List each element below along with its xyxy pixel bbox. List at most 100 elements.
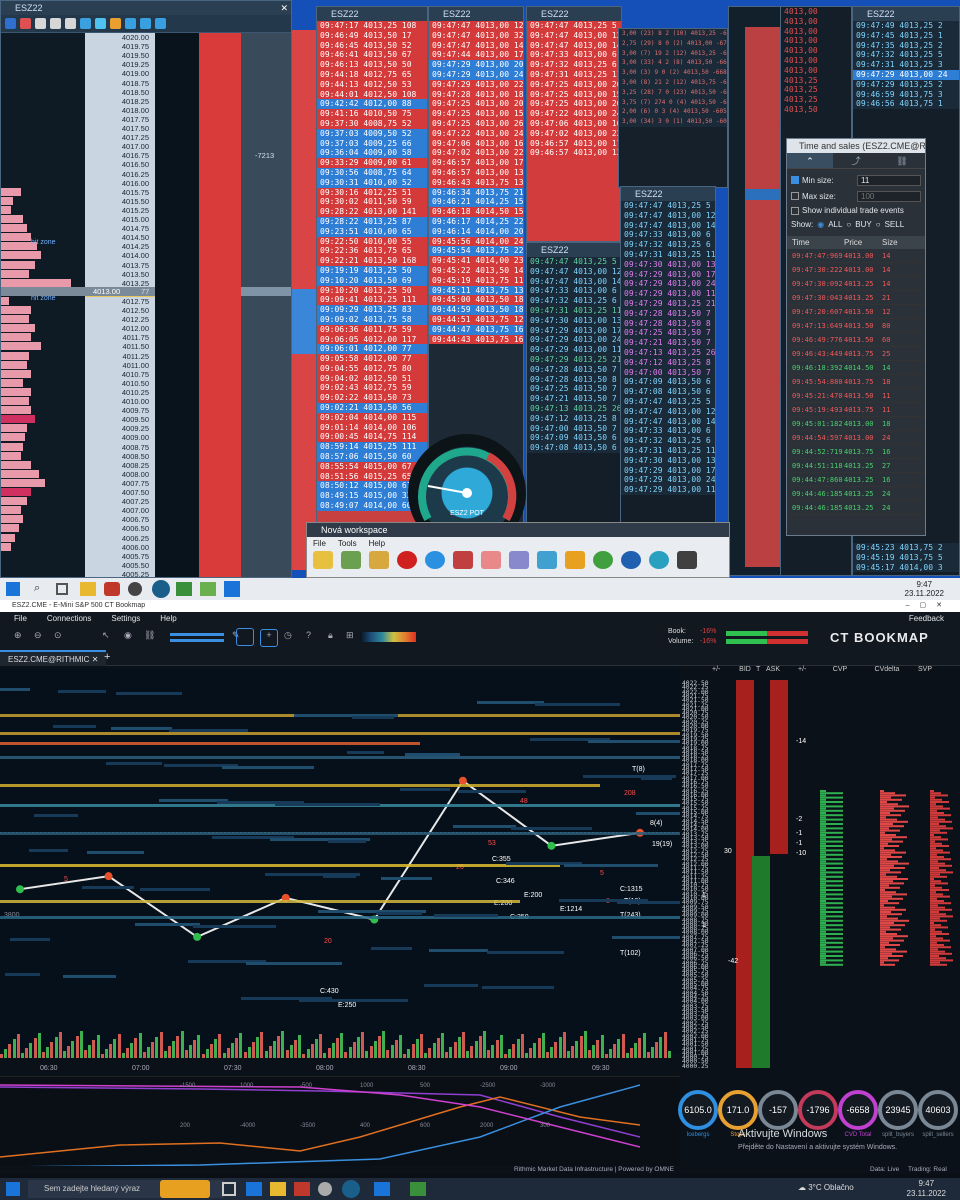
ts-row[interactable]: 09:47:13 4013,25 26 [527,403,621,414]
ts-row[interactable]: 09:09:41 4013,25 111 [317,295,427,306]
ts-row[interactable]: 09:45:41 4014,00 23 [429,256,523,266]
mini-ts-row[interactable]: 09:46:18:392 4014.50 14 [787,361,925,375]
sierra-icon[interactable] [152,580,170,598]
menu-help[interactable]: Help [369,539,385,548]
ts-row[interactable]: 09:46:18 4014,50 15 [429,207,523,217]
ts-row[interactable]: 09:46:45 4013,50 52 [317,40,427,51]
wrench-icon[interactable] [140,18,151,29]
ts-row[interactable]: 09:46:21 4014,25 15 [429,197,523,208]
ts-row[interactable]: 09:47:12 4013,25 8 [621,357,715,368]
ts-row[interactable]: 09:46:57 4013,00 17 [527,138,621,149]
taskview-icon[interactable] [222,1182,236,1196]
ts-row[interactable]: 09:06:05 4012,00 117 [317,334,427,345]
chart-icon[interactable] [95,18,106,29]
ts-row[interactable]: 09:01:14 4014,00 106 [317,422,427,433]
ts-row[interactable]: 09:47:47 4013,00 12 [527,30,621,41]
sierra-icon[interactable] [342,1180,360,1198]
individual-checkbox[interactable] [791,206,799,215]
ts-row[interactable]: 09:47:47 4013,00 14 [527,276,621,287]
arrows-icon[interactable] [537,551,557,569]
mini-ts-row[interactable]: 09:44:46:185 4013.25 24 [787,501,925,515]
mini-ts-row[interactable]: 09:45:54:880 4013.75 18 [787,375,925,389]
ts-row[interactable]: 09:47:29 4013,00 11 [621,485,715,495]
ts-row[interactable]: 09:44:59 4013,50 18 [429,305,523,315]
ts-row[interactable]: 09:47:29 4013,25 21 [527,354,621,365]
ts-row[interactable]: 09:04:55 4012,75 80 [317,363,427,374]
mail-icon[interactable] [410,1182,426,1196]
ts-row[interactable]: 09:46:14 4014,00 20 [429,226,523,237]
ts-row[interactable]: 09:30:56 4008,75 64 [317,167,427,178]
contrast-slider[interactable] [170,633,224,636]
ts-row[interactable]: 09:47:08 4013,50 6 [621,387,715,397]
calendar-icon[interactable] [200,582,216,596]
hammer-icon[interactable] [453,551,473,569]
ts-row[interactable]: 09:47:29 4013,00 20 [429,60,523,70]
menu-file[interactable]: File [14,612,27,626]
ts-row[interactable]: 09:47:09 4013,50 6 [621,377,715,388]
ts-row[interactable]: 09:09:29 4013,25 83 [317,305,427,315]
zoom-fit-icon[interactable]: ⊙ [54,630,62,641]
brightness-slider[interactable] [170,639,224,642]
ts-row[interactable]: 09:47:47 4013,25 5 [621,201,715,211]
ts-row[interactable]: 09:02:21 4013,50 56 [317,403,427,413]
ts-row[interactable]: 09:22:36 4013,75 65 [317,246,427,257]
line-chart-icon[interactable] [509,551,529,569]
start-icon[interactable] [6,1182,20,1196]
ts-row[interactable]: 09:02:22 4013,50 73 [317,393,427,404]
ts-window-c[interactable]: ESZ22 09:47:47 4013,25 5 09:47:47 4013,00… [526,6,622,242]
ts-row[interactable]: 09:47:30 4013,00 13 [621,259,715,270]
ts-row[interactable]: 09:47:29 4013,00 24 [621,475,715,486]
right-ts-row[interactable]: 09:47:31 4013,25 3 [853,60,959,70]
ts-row[interactable]: 09:45:56 4014,00 24 [429,236,523,247]
ts-row[interactable]: 09:46:34 4013,75 21 [429,187,523,198]
ts-row[interactable]: 09:47:08 4013,50 6 [527,443,621,453]
ts-row[interactable]: 09:47:21 4013,50 7 [621,338,715,348]
folder-icon[interactable] [80,582,96,596]
ts-row[interactable]: 09:46:49 4013,50 17 [317,30,427,41]
ts-row[interactable]: 09:47:29 4013,00 24 [527,335,621,346]
ts-row[interactable]: 09:47:32 4013,25 6 [621,240,715,250]
ts-row[interactable]: 09:44:18 4012,75 65 [317,69,427,80]
ts-row[interactable]: 09:33:29 4009,00 61 [317,158,427,168]
animal-icon[interactable] [481,551,501,569]
radio-all[interactable]: ◉ [817,220,824,229]
radio-buy[interactable]: ○ [846,220,851,229]
ts-row[interactable]: 09:47:02 4013,00 22 [527,128,621,139]
ts-row[interactable]: 09:47:47 4013,00 14 [621,416,715,427]
bookmap-window[interactable]: ESZ2.CME - E-Mini S&P 500 CT Bookmap –▢✕… [0,600,960,1174]
right-ts-row[interactable]: 09:46:56 4013,75 1 [853,99,959,110]
workspace-window[interactable]: Nová workspace File Tools Help [306,522,730,578]
ts-b-title[interactable]: ESZ22 [429,7,523,21]
ts-row[interactable]: 09:41:16 4010,50 75 [317,109,427,119]
ts-row[interactable]: 09:28:22 4013,25 87 [317,216,427,227]
ts-row[interactable]: 09:47:13 4013,25 26 [621,347,715,358]
app-icon[interactable] [374,1182,390,1196]
ts-row[interactable]: 09:37:03 4009,50 52 [317,128,427,139]
ts-row[interactable]: 09:47:31 4013,25 11 [527,305,621,316]
right-ts-row[interactable]: 09:47:45 4013,25 1 [853,30,959,41]
ts-row[interactable]: 09:10:20 4013,25 50 [317,285,427,296]
right-ts-row[interactable]: 09:45:19 4013,75 5 [853,552,959,563]
ts-row[interactable]: 09:47:25 4013,50 7 [527,384,621,395]
ts-row[interactable]: 09:47:47 4013,00 12 [527,266,621,277]
mini-ts-row[interactable]: 09:44:52:719 4013.75 16 [787,445,925,459]
ts-row[interactable]: 09:47:25 4013,00 15 [429,109,523,119]
mini-ts-row[interactable]: 09:46:43:449 4013.75 25 [787,347,925,361]
timer-icon[interactable]: ◷ [284,630,292,641]
max-size-checkbox[interactable] [791,192,799,200]
ts-row[interactable]: 09:47:09 4013,50 6 [527,433,621,444]
ts-row[interactable]: 09:47:31 4013,25 11 [621,249,715,260]
ts-row[interactable]: 09:47:47 4013,00 12 [621,406,715,417]
ts-row[interactable]: 09:47:29 4013,00 17 [621,465,715,476]
menu-settings[interactable]: Settings [111,612,140,626]
doc2-icon[interactable] [50,18,61,29]
ts-row[interactable]: 09:47:25 4013,50 7 [621,328,715,339]
ts-row[interactable]: 09:44:13 4012,50 53 [317,79,427,90]
ts-row[interactable]: 09:04:02 4012,50 51 [317,373,427,384]
help-icon[interactable]: ? [306,630,311,640]
ts-row[interactable]: 09:47:25 4013,00 26 [429,118,523,129]
ts-row[interactable]: 09:36:04 4009,00 58 [317,148,427,159]
chat-mode-icon[interactable] [236,628,254,646]
bars-icon[interactable] [565,551,585,569]
right-ts-title[interactable]: ESZ22 [853,7,959,21]
